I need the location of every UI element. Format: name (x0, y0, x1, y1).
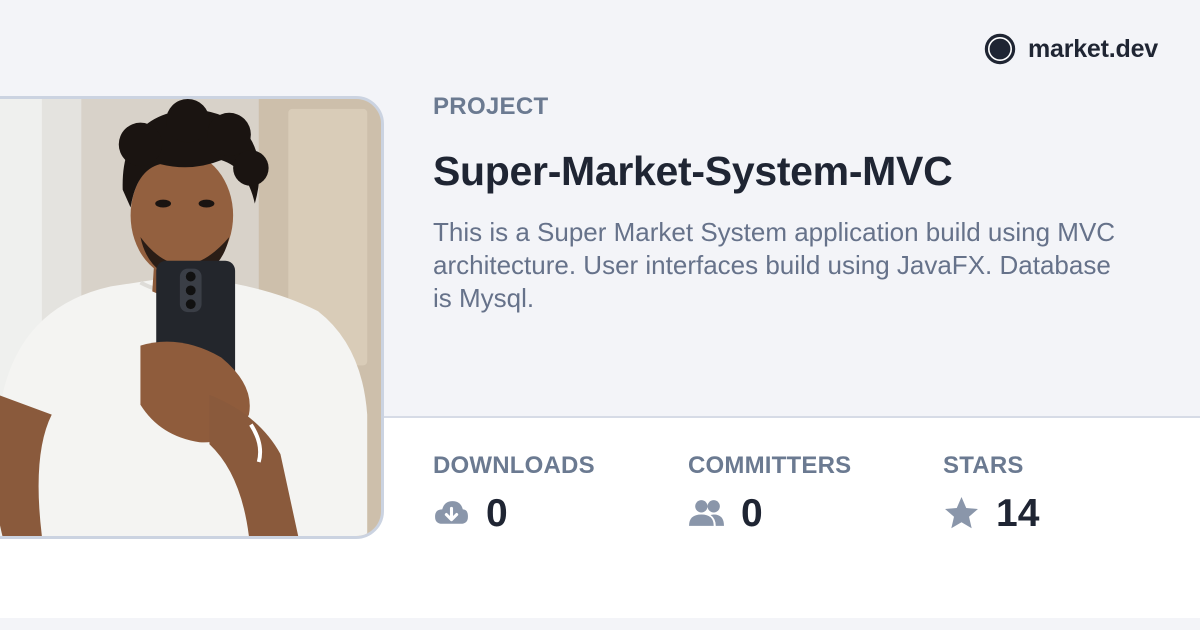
project-avatar (0, 96, 384, 539)
stat-downloads-row: 0 (433, 494, 595, 533)
stat-downloads-label: DOWNLOADS (433, 452, 595, 479)
bottom-strip (0, 618, 1200, 630)
brand-logo-icon (984, 33, 1016, 65)
brand-name: market.dev (1027, 34, 1158, 63)
stat-committers-row: 0 (688, 494, 851, 533)
stat-downloads: DOWNLOADS 0 (433, 452, 595, 533)
project-info: PROJECT Super-Market-System-MVC This is … (433, 93, 1153, 315)
stat-committers: COMMITTERS 0 (688, 452, 851, 533)
cloud-download-icon (435, 501, 468, 524)
stat-stars-row: 14 (943, 494, 1039, 533)
stat-committers-value: 0 (741, 492, 763, 535)
project-description: This is a Super Market System applicatio… (433, 217, 1116, 314)
stat-stars-label: STARS (943, 452, 1024, 479)
stat-stars: STARS 14 (943, 452, 1039, 533)
stat-stars-value: 14 (996, 492, 1040, 535)
project-eyebrow: PROJECT (433, 93, 549, 120)
star-icon (945, 497, 978, 529)
avatar-photo (0, 99, 381, 536)
project-title[interactable]: Super-Market-System-MVC (433, 148, 1153, 194)
stat-committers-label: COMMITTERS (688, 452, 852, 479)
brand[interactable]: market.dev (984, 33, 1158, 65)
stat-downloads-value: 0 (486, 492, 508, 535)
users-icon (689, 500, 724, 526)
